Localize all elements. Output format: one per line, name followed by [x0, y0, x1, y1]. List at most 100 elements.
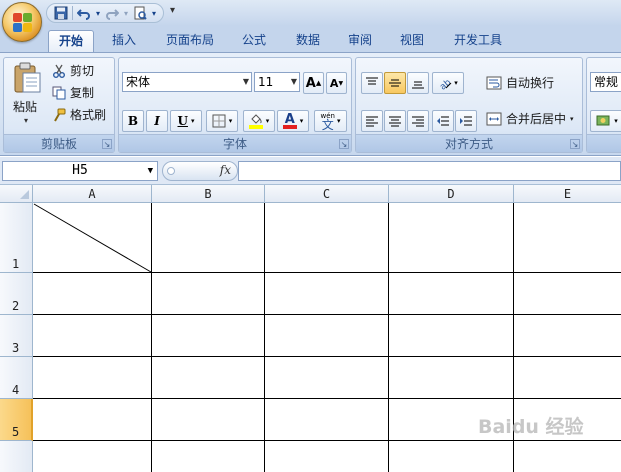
increase-indent-button[interactable] [455, 110, 477, 132]
undo-icon[interactable] [76, 5, 92, 21]
number-format-combo[interactable]: 常规 [590, 72, 621, 92]
align-bottom-button[interactable] [407, 72, 429, 94]
customize-qat-icon[interactable]: ▾ [170, 5, 175, 16]
tab-data[interactable]: 数据 [288, 30, 328, 52]
orientation-icon: ab [438, 78, 452, 90]
cell-e6[interactable] [514, 441, 621, 472]
cell-d3[interactable] [389, 315, 514, 357]
italic-button[interactable]: I [146, 110, 168, 132]
cell-c3[interactable] [265, 315, 389, 357]
column-header-a[interactable]: A [33, 185, 152, 203]
merge-center-dropdown-icon[interactable]: ▾ [570, 115, 574, 123]
cell-a3[interactable] [33, 315, 152, 357]
cell-e1[interactable] [514, 203, 621, 273]
cell-b1[interactable] [152, 203, 265, 273]
format-painter-button[interactable]: 格式刷 [52, 106, 106, 123]
insert-function-icon[interactable]: fx [220, 163, 231, 177]
tab-home[interactable]: 开始 [48, 30, 94, 52]
merge-center-button[interactable]: 合并后居中 ▾ [486, 110, 574, 127]
tab-insert[interactable]: 插入 [104, 30, 144, 52]
cell-a5[interactable] [33, 399, 152, 441]
copy-button[interactable]: 复制 [52, 84, 94, 101]
font-launcher-icon[interactable]: ↘ [339, 139, 349, 149]
cell-a4[interactable] [33, 357, 152, 399]
select-all-button[interactable] [0, 185, 33, 203]
cell-c4[interactable] [265, 357, 389, 399]
cell-c5[interactable] [265, 399, 389, 441]
name-box[interactable]: H5 ▼ [2, 161, 158, 181]
cell-c6[interactable] [265, 441, 389, 472]
row-header-6[interactable] [0, 441, 33, 472]
underline-button[interactable]: U ▾ [170, 110, 202, 132]
font-name-combo[interactable]: 宋体 ▼ [122, 72, 252, 92]
formula-input[interactable] [238, 161, 621, 181]
align-top-button[interactable] [361, 72, 383, 94]
grow-font-button[interactable]: A ▲ [303, 72, 324, 94]
cell-c1[interactable] [265, 203, 389, 273]
undo-dropdown-icon[interactable]: ▾ [95, 5, 101, 21]
print-preview-dropdown-icon[interactable]: ▾ [151, 5, 157, 21]
name-box-dropdown-icon[interactable]: ▼ [148, 162, 153, 180]
row-header-3[interactable]: 3 [0, 315, 33, 357]
cell-d1[interactable] [389, 203, 514, 273]
cell-d2[interactable] [389, 273, 514, 315]
tab-view[interactable]: 视图 [392, 30, 432, 52]
font-color-button[interactable]: A ▾ [277, 110, 309, 132]
row-header-1[interactable]: 1 [0, 203, 33, 273]
align-right-icon [412, 116, 424, 127]
alignment-launcher-icon[interactable]: ↘ [570, 139, 580, 149]
tab-formulas[interactable]: 公式 [234, 30, 274, 52]
cell-a6[interactable] [33, 441, 152, 472]
column-header-d[interactable]: D [389, 185, 514, 203]
formula-collapse-handle[interactable] [167, 167, 175, 175]
paste-dropdown-icon[interactable]: ▾ [24, 116, 28, 125]
cut-button[interactable]: 剪切 [52, 62, 94, 79]
fill-color-button[interactable]: ▾ [243, 110, 275, 132]
font-name-value: 宋体 [126, 75, 151, 89]
print-preview-icon[interactable] [132, 5, 148, 21]
office-button[interactable] [2, 2, 42, 42]
accounting-format-button[interactable]: ▾ [590, 110, 621, 132]
column-header-e[interactable]: E [514, 185, 621, 203]
redo-icon[interactable] [104, 5, 120, 21]
cell-a1[interactable] [33, 203, 152, 273]
decrease-indent-button[interactable] [432, 110, 454, 132]
align-middle-button[interactable] [384, 72, 406, 94]
font-name-dropdown-icon[interactable]: ▼ [243, 73, 249, 91]
phonetic-guide-button[interactable]: wén 文 ▾ [314, 110, 347, 132]
tab-developer[interactable]: 开发工具 [446, 30, 510, 52]
font-size-dropdown-icon[interactable]: ▼ [291, 73, 297, 91]
cell-b4[interactable] [152, 357, 265, 399]
cell-e4[interactable] [514, 357, 621, 399]
tab-page-layout[interactable]: 页面布局 [158, 30, 222, 52]
wrap-text-button[interactable]: 自动换行 [486, 74, 554, 91]
align-center-button[interactable] [384, 110, 406, 132]
clipboard-launcher-icon[interactable]: ↘ [102, 139, 112, 149]
font-size-combo[interactable]: 11 ▼ [254, 72, 300, 92]
redo-dropdown-icon[interactable]: ▾ [123, 5, 129, 21]
row-header-4[interactable]: 4 [0, 357, 33, 399]
cell-b3[interactable] [152, 315, 265, 357]
cell-b6[interactable] [152, 441, 265, 472]
cell-a2[interactable] [33, 273, 152, 315]
cell-c2[interactable] [265, 273, 389, 315]
save-icon[interactable] [53, 5, 69, 21]
cell-b5[interactable] [152, 399, 265, 441]
row-header-5[interactable]: 5 [0, 399, 33, 441]
cell-d4[interactable] [389, 357, 514, 399]
paste-button[interactable]: 粘贴 ▾ [8, 60, 48, 132]
row-header-2[interactable]: 2 [0, 273, 33, 315]
orientation-button[interactable]: ab ▾ [432, 72, 464, 94]
cell-e2[interactable] [514, 273, 621, 315]
cell-e3[interactable] [514, 315, 621, 357]
align-left-button[interactable] [361, 110, 383, 132]
column-header-c[interactable]: C [265, 185, 389, 203]
cell-d6[interactable] [389, 441, 514, 472]
tab-review[interactable]: 审阅 [340, 30, 380, 52]
column-header-b[interactable]: B [152, 185, 265, 203]
shrink-font-button[interactable]: A ▼ [326, 72, 347, 94]
bold-button[interactable]: B [122, 110, 144, 132]
borders-button[interactable]: ▾ [206, 110, 238, 132]
align-right-button[interactable] [407, 110, 429, 132]
cell-b2[interactable] [152, 273, 265, 315]
